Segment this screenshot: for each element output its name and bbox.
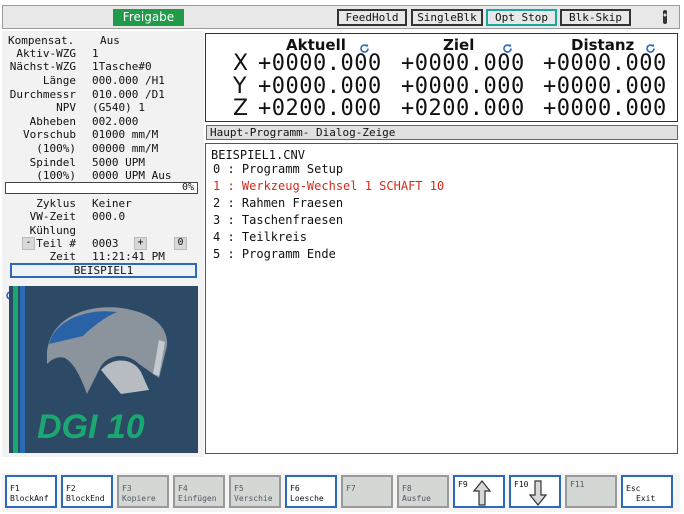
freigabe-button[interactable]: Freigabe (113, 9, 184, 26)
f4-label: Einfügen (178, 494, 217, 503)
x-aktuell: +0000.000 (258, 51, 382, 76)
x-distanz: +0000.000 (543, 51, 667, 76)
refresh-aktuell-icon[interactable] (359, 39, 370, 53)
f4-einfuegen-button[interactable]: F4 Einfügen (173, 475, 225, 508)
teil-label: Teil # (36, 237, 76, 250)
z-distanz: +0000.000 (543, 96, 667, 121)
f8-label: Ausfue (402, 494, 431, 503)
arrow-up-icon (472, 480, 492, 509)
program-line-active[interactable]: 1 : Werkzeug-Wechsel 1 SCHAFT 10 (213, 178, 444, 195)
f3-kopiere-button[interactable]: F3 Kopiere (117, 475, 169, 508)
z-aktuell: +0200.000 (258, 96, 382, 121)
zyklus-label: Zyklus (36, 197, 76, 210)
vorschub-pct-label: (100%) (36, 142, 76, 155)
naechst-wzg-label: Nächst-WZG (9, 60, 76, 73)
esc-key: Esc (626, 484, 641, 493)
f1-key: F1 (10, 484, 20, 493)
program-line[interactable]: 5 : Programm Ende (213, 246, 336, 263)
f6-label: Loesche (290, 494, 324, 503)
f9-up-button[interactable]: F9 (453, 475, 505, 508)
f5-label: Verschie (234, 494, 273, 503)
f1-label: BlockAnf (10, 494, 49, 503)
f2-blockend-button[interactable]: F2 BlockEnd (61, 475, 113, 508)
aktiv-wzg-label: Aktiv-WZG (16, 47, 76, 60)
f8-ausfue-button[interactable]: F8 Ausfue (397, 475, 449, 508)
durchmessr-label: Durchmessr (9, 88, 76, 101)
vorschub-value: 01000 mm/M (92, 128, 159, 141)
f3-label: Kopiere (122, 494, 156, 503)
program-line[interactable]: 3 : Taschenfraesen (213, 212, 343, 229)
f6-key: F6 (290, 484, 300, 493)
f7-button[interactable]: F7 (341, 475, 393, 508)
f7-key: F7 (346, 484, 356, 493)
zeit-label: Zeit (49, 250, 77, 263)
abheben-label: Abheben (29, 115, 76, 128)
f6-loesche-button[interactable]: F6 Loesche (285, 475, 337, 508)
z-ziel: +0200.000 (401, 96, 525, 121)
f2-label: BlockEnd (66, 494, 105, 503)
durchmessr-value: 010.000 /D1 (92, 88, 165, 101)
key-switch-icon[interactable] (660, 9, 670, 25)
refresh-distanz-icon[interactable] (645, 39, 656, 53)
f10-down-button[interactable]: F10 (509, 475, 561, 508)
arrow-down-icon (528, 480, 548, 509)
f11-button[interactable]: F11 (565, 475, 617, 508)
teil-plus-button[interactable]: + (134, 237, 147, 250)
program-title-bar: Haupt-Programm- Dialog-Zeige (206, 125, 678, 140)
zeit-value: 11:21:41 PM (92, 250, 165, 263)
singleblk-button[interactable]: SingleBlk (411, 9, 483, 26)
f1-blockanf-button[interactable]: F1 BlockAnf (5, 475, 57, 508)
f8-key: F8 (402, 484, 412, 493)
f4-key: F4 (178, 484, 188, 493)
abheben-value: 002.000 (92, 115, 139, 128)
opt-stop-button[interactable]: Opt Stop (486, 9, 557, 26)
naechst-wzg-value: 1Tasche#0 (92, 60, 152, 73)
x-ziel: +0000.000 (401, 51, 525, 76)
kuehlung-label: Kühlung (29, 224, 76, 237)
vorschub-pct-value: 00000 mm/M (92, 142, 159, 155)
vwzeit-label: VW-Zeit (29, 210, 76, 223)
f3-key: F3 (122, 484, 132, 493)
spindel-pct-label: (100%) (36, 169, 76, 182)
f5-key: F5 (234, 484, 244, 493)
refresh-ziel-icon[interactable] (502, 39, 513, 53)
laenge-label: Länge (42, 74, 76, 87)
laenge-value: 000.000 /H1 (92, 74, 165, 87)
npv-value: (G540) 1 (92, 101, 145, 114)
npv-label: NPV (56, 101, 76, 114)
blk-skip-button[interactable]: Blk-Skip (560, 9, 631, 26)
f5-verschie-button[interactable]: F5 Verschie (229, 475, 281, 508)
coordinate-display: Aktuell Ziel Distanz X +0000.000 +0000.0… (205, 33, 678, 122)
esc-label: Exit (636, 494, 656, 503)
logo-text: DGI 10 (37, 408, 145, 446)
feedhold-button[interactable]: FeedHold (337, 9, 407, 26)
esc-exit-button[interactable]: Esc Exit (621, 475, 673, 508)
axis-z-label: Z (233, 96, 249, 121)
zyklus-value: Keiner (92, 197, 132, 210)
teil-reset-button[interactable]: 0 (174, 237, 187, 250)
vwzeit-value: 000.0 (92, 210, 126, 223)
spindel-value: 5000 UPM (92, 156, 145, 169)
spindel-label: Spindel (29, 156, 76, 169)
program-line[interactable]: 4 : Teilkreis (213, 229, 307, 246)
kompensat-value: Aus (100, 34, 120, 47)
progress-percent: 0% (181, 182, 194, 193)
dgi-logo: DGI 10 (9, 286, 198, 453)
program-listing[interactable]: BEISPIEL1.CNV 0 : Programm Setup 1 : Wer… (205, 143, 678, 454)
axis-x-label: X (233, 51, 249, 76)
kompensat-label: Kompensat. (8, 34, 75, 47)
f2-key: F2 (66, 484, 76, 493)
teil-value: 0003 (92, 237, 119, 250)
program-line[interactable]: 0 : Programm Setup (213, 161, 343, 178)
program-name-field[interactable]: BEISPIEL1 (10, 263, 197, 278)
program-progress-bar: 0% (5, 182, 198, 194)
aktiv-wzg-value: 1 (92, 47, 99, 60)
spindel-pct-value: 0000 UPM Aus (92, 169, 172, 182)
program-line[interactable]: 2 : Rahmen Fraesen (213, 195, 343, 212)
f11-key: F11 (570, 480, 585, 489)
vorschub-label: Vorschub (23, 128, 76, 141)
